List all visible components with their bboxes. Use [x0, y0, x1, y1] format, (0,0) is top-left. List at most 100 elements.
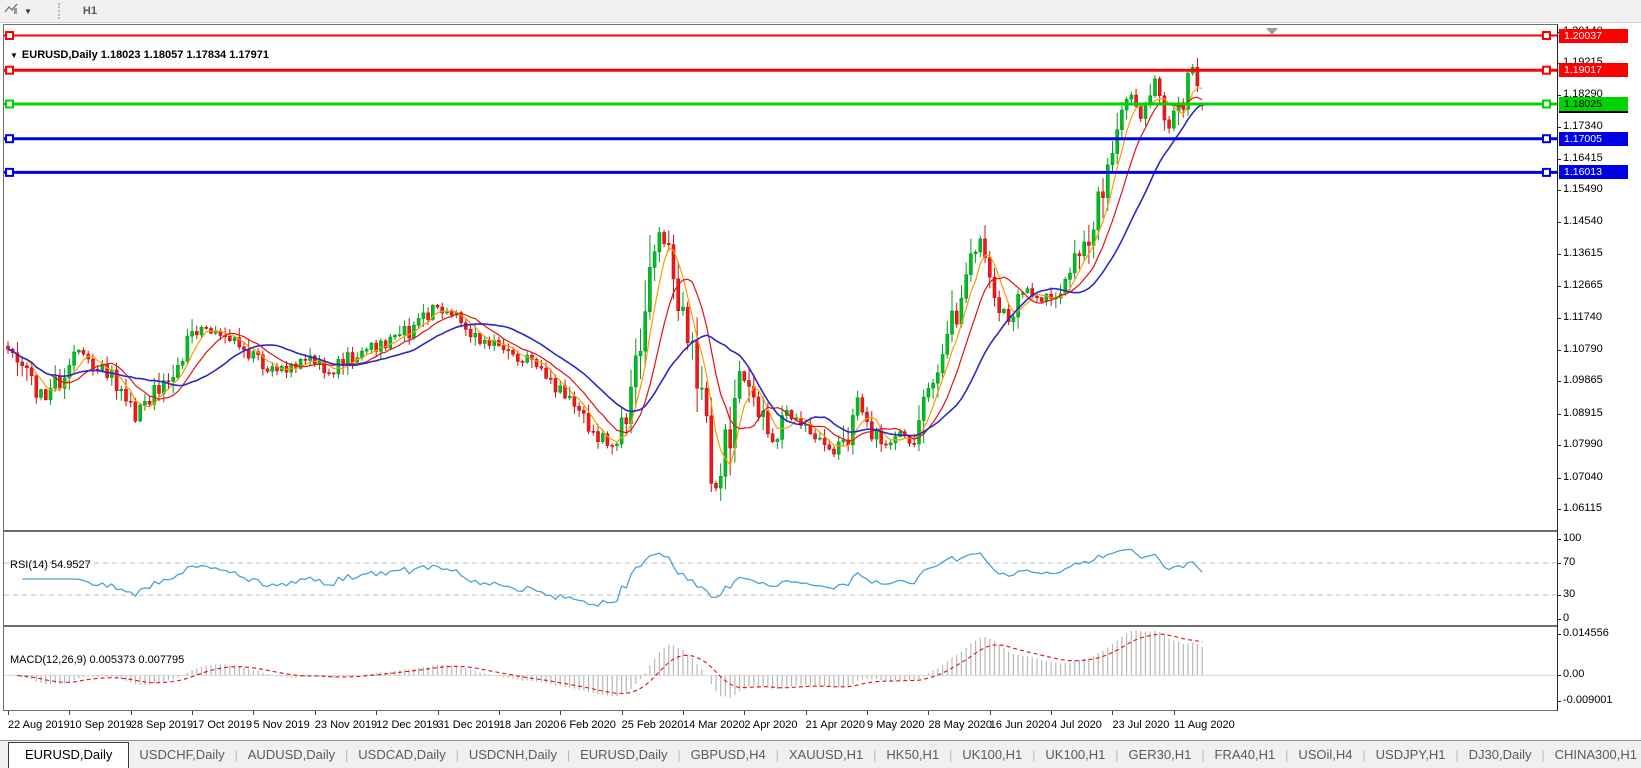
symbol-tab-xauusd-h1[interactable]: XAUUSD,H1 [779, 743, 873, 767]
hline-price-badge: 1.16013 [1559, 165, 1628, 180]
symbol-tab-gbpusd-h4[interactable]: GBPUSD,H4 [681, 743, 776, 767]
pane-separator [3, 531, 1558, 532]
date-axis-tick [989, 711, 991, 715]
moving-average-5 [7, 87, 1203, 467]
date-axis-label: 14 Mar 2020 [682, 719, 745, 731]
date-axis-label: 25 Feb 2020 [621, 719, 684, 731]
pane-border-bottom [3, 710, 1558, 711]
chart-title-text: EURUSD,Daily 1.18023 1.18057 1.17834 1.1… [21, 49, 269, 61]
rsi-tick-label: 30 [1563, 588, 1576, 600]
price-tick-label: 1.11740 [1563, 310, 1602, 323]
main-price-chart[interactable] [4, 25, 1557, 530]
price-tick-label: 1.15490 [1563, 183, 1603, 196]
symbol-tab-dj30-daily[interactable]: DJ30,Daily [1459, 743, 1542, 767]
symbol-tab-audusd-daily[interactable]: AUDUSD,Daily [238, 743, 345, 767]
axis-tick [1557, 222, 1561, 224]
pane-border-top [3, 24, 1558, 25]
macd-indicator-label: MACD(12,26,9) 0.005373 0.007795 [10, 654, 185, 666]
macd-tick-label: 0.00 [1563, 668, 1585, 681]
line-handle-right [1542, 65, 1551, 75]
date-axis-label: 5 Nov 2019 [253, 719, 310, 731]
chart-tools-icon[interactable] [4, 2, 20, 21]
rsi-tick-label: 0 [1563, 612, 1570, 624]
date-axis-label: 28 May 2020 [928, 719, 992, 731]
horizontal-line-1.19017[interactable] [4, 65, 1557, 75]
horizontal-line-1.16013[interactable] [4, 167, 1557, 177]
moving-average-10 [7, 96, 1203, 442]
chevron-down-icon[interactable]: ▼ [24, 7, 32, 16]
price-tick-label: 1.13615 [1563, 246, 1603, 259]
line-handle-left [5, 31, 14, 40]
date-axis-tick [1173, 711, 1175, 715]
line-handle-left [5, 134, 14, 144]
date-axis-label: 12 Dec 2019 [376, 719, 439, 731]
horizontal-line-1.20037[interactable] [4, 31, 1557, 40]
date-axis-label: 21 Apr 2020 [805, 719, 866, 731]
date-axis-tick [437, 711, 439, 715]
pane-border-left [3, 24, 4, 711]
horizontal-line-1.17005[interactable] [4, 134, 1557, 144]
timeframe-button-h1[interactable]: H1 [74, 2, 113, 20]
symbol-tab-china300-h1[interactable]: CHINA300,H1 [1545, 743, 1641, 767]
symbol-tab-fra40-h1[interactable]: FRA40,H1 [1205, 743, 1286, 767]
axis-tick [1557, 563, 1561, 564]
hline-price-badge: 1.19017 [1559, 63, 1628, 78]
chart-shift-marker[interactable] [1266, 28, 1278, 35]
symbol-tab-eurusd-daily[interactable]: EURUSD,Daily [570, 743, 677, 767]
axis-tick [1557, 445, 1561, 447]
date-axis-tick [1051, 711, 1053, 715]
chart-dropdown-icon[interactable]: ▼ [10, 51, 18, 60]
macd-tick-label: -0.009001 [1563, 694, 1613, 706]
chart-window: ▼ EURUSD,Daily 1.18023 1.18057 1.17834 1.… [0, 23, 1641, 740]
date-axis-label: 23 Nov 2019 [314, 719, 378, 731]
date-axis-label: 9 May 2020 [867, 719, 925, 731]
date-axis-tick [682, 711, 684, 715]
axis-tick [1557, 317, 1561, 319]
date-axis-label: 28 Sep 2019 [130, 719, 194, 731]
price-tick-label: 1.10790 [1563, 343, 1603, 356]
date-axis-tick [130, 711, 132, 715]
date-axis-label: 16 Jun 2020 [989, 719, 1051, 731]
date-axis-tick [69, 711, 71, 715]
date-axis-tick [376, 711, 378, 715]
date-axis-label: 31 Dec 2019 [437, 719, 500, 731]
hline-price-badge: 1.20037 [1559, 28, 1628, 43]
macd-pane[interactable] [4, 627, 1557, 710]
axis-tick [1557, 127, 1561, 129]
horizontal-line-1.18025[interactable] [4, 99, 1557, 109]
date-axis-label: 17 Oct 2019 [192, 719, 253, 731]
symbol-tab-hk50-h1[interactable]: HK50,H1 [876, 743, 949, 767]
date-axis-tick [928, 711, 930, 715]
symbol-tab-usoil-h4[interactable]: USOil,H4 [1288, 743, 1362, 767]
date-axis-tick [560, 711, 562, 715]
axis-tick [1557, 158, 1561, 160]
price-tick-label: 1.12665 [1563, 279, 1603, 292]
price-tick-label: 1.16415 [1563, 151, 1603, 164]
line-handle-right [1542, 99, 1551, 109]
date-axis-label: 10 Sep 2019 [69, 719, 132, 731]
symbol-tab-ger30-h1[interactable]: GER30,H1 [1119, 743, 1202, 767]
date-axis-tick [8, 711, 9, 715]
axis-tick [1557, 539, 1561, 540]
macd-tick-label: 0.014556 [1563, 627, 1609, 639]
symbol-tab-usdcad-daily[interactable]: USDCAD,Daily [348, 743, 455, 767]
symbol-tab-usdcnh-daily[interactable]: USDCNH,Daily [459, 743, 567, 767]
line-handle-right [1542, 31, 1551, 40]
date-axis-label: 23 Jul 2020 [1112, 719, 1170, 731]
symbol-tab-uk100-h1[interactable]: UK100,H1 [952, 743, 1032, 767]
date-axis-tick [805, 711, 807, 715]
rsi-line [22, 548, 1203, 607]
axis-tick [1557, 94, 1561, 96]
symbol-tab-eurusd-daily[interactable]: EURUSD,Daily [8, 742, 130, 768]
axis-tick [1557, 253, 1561, 255]
rsi-pane[interactable] [4, 532, 1557, 625]
symbol-tab-uk100-h1[interactable]: UK100,H1 [1035, 743, 1115, 767]
price-tick-label: 1.06115 [1563, 502, 1602, 515]
symbol-tab-usdjpy-h1[interactable]: USDJPY,H1 [1366, 743, 1456, 767]
line-handle-right [1542, 134, 1551, 144]
axis-tick [1557, 701, 1561, 702]
price-tick-label: 1.09865 [1563, 374, 1603, 387]
hline-price-badge: 1.18025 [1559, 96, 1628, 111]
symbol-tab-usdchf-daily[interactable]: USDCHF,Daily [129, 743, 234, 767]
date-axis-label: 18 Jan 2020 [498, 719, 560, 731]
